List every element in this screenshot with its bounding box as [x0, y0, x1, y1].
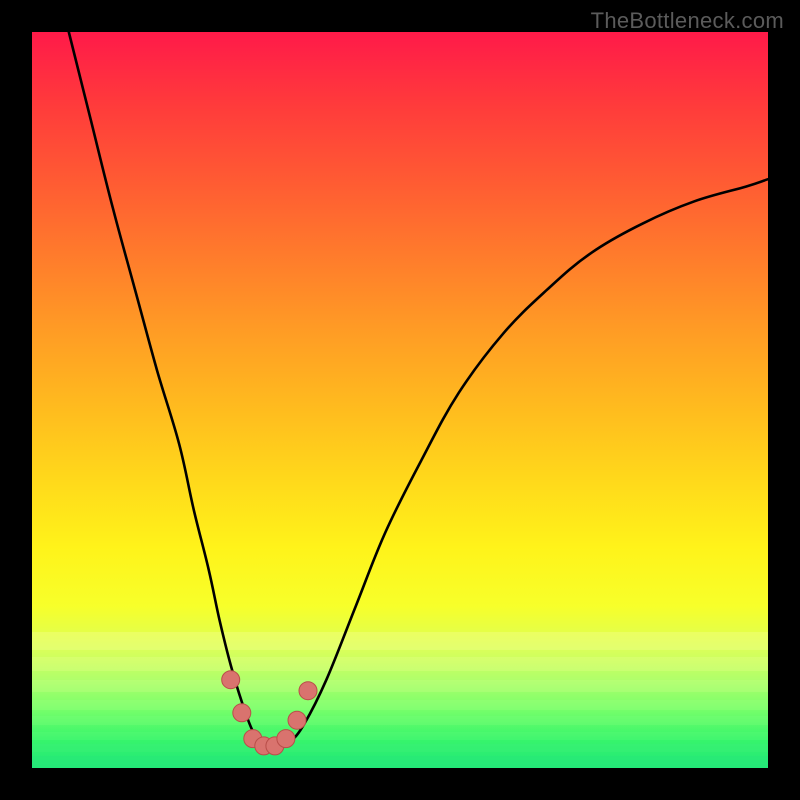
trough-marker	[222, 671, 240, 689]
trough-marker	[288, 711, 306, 729]
trough-marker	[233, 704, 251, 722]
bottleneck-curve	[69, 32, 768, 750]
trough-marker	[299, 682, 317, 700]
chart-frame: TheBottleneck.com	[0, 0, 800, 800]
trough-marker	[277, 730, 295, 748]
bottleneck-curve-svg	[32, 32, 768, 768]
trough-markers	[222, 671, 317, 755]
plot-area	[32, 32, 768, 768]
watermark-text: TheBottleneck.com	[591, 8, 784, 34]
